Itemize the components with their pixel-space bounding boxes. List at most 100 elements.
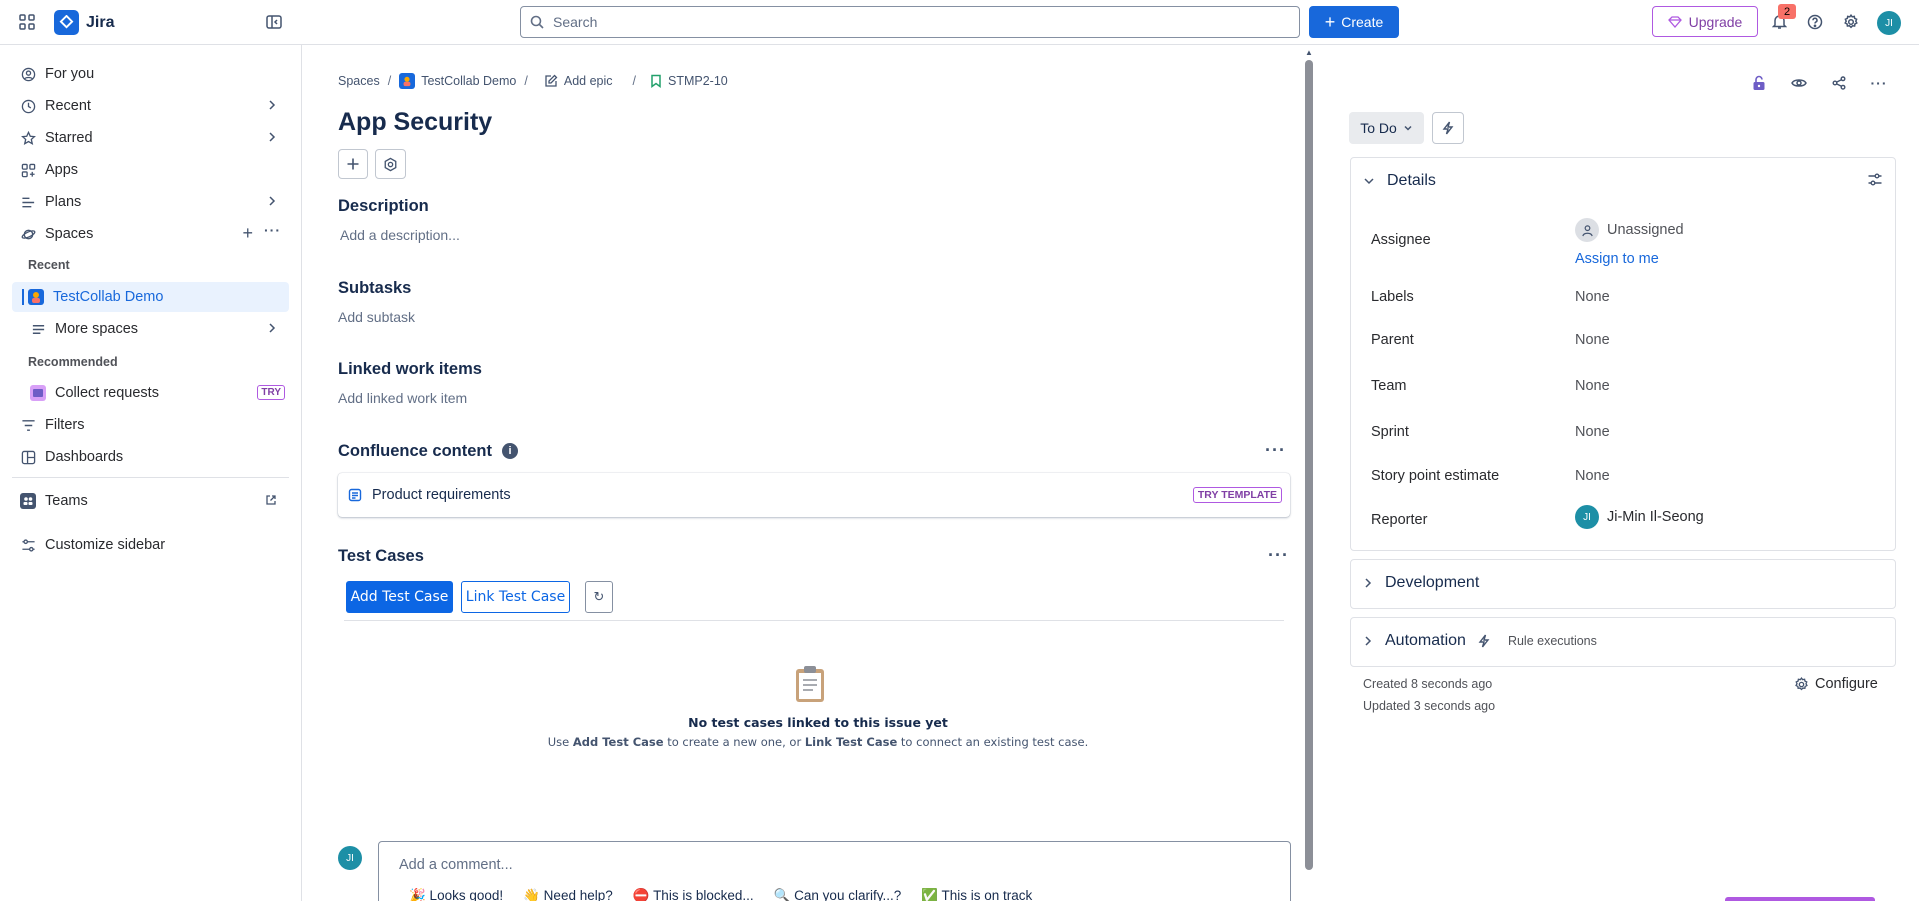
sidebar-item-dashboards[interactable]: Dashboards — [12, 442, 289, 472]
automation-title: Automation — [1385, 632, 1466, 649]
scroll-up-arrow-icon[interactable]: ▲ — [1305, 48, 1313, 57]
sidebar-item-label: For you — [45, 66, 95, 82]
labels-value[interactable]: None — [1575, 289, 1610, 305]
assignee-field[interactable]: Unassigned — [1575, 218, 1684, 242]
apps-grid-icon — [20, 162, 36, 178]
sprint-value[interactable]: None — [1575, 424, 1610, 440]
sidebar-item-spaces[interactable]: Spaces + ··· — [12, 219, 289, 249]
comment-editor[interactable]: Add a comment... 🎉 Looks good! 👋 Need he… — [378, 841, 1291, 901]
link-test-case-button[interactable]: Link Test Case — [461, 581, 570, 613]
breadcrumb-issue-key-label: STMP2-10 — [668, 74, 728, 88]
quick-reply-looks-good[interactable]: 🎉 Looks good! — [409, 888, 503, 901]
add-space-plus-icon[interactable]: + — [242, 223, 253, 244]
try-badge: TRY — [257, 385, 285, 400]
reporter-field[interactable]: JI Ji-Min Il-Seong — [1575, 505, 1704, 529]
linked-work-items-heading: Linked work items — [338, 360, 482, 378]
partial-button-edge — [1725, 897, 1875, 901]
edit-pencil-icon — [545, 74, 558, 87]
jira-logo[interactable]: Jira — [54, 10, 114, 35]
help-icon[interactable] — [1806, 13, 1824, 31]
customize-icon — [20, 537, 36, 553]
breadcrumb-add-epic[interactable]: Add epic — [544, 74, 613, 88]
sprint-label: Sprint — [1371, 424, 1409, 440]
share-icon[interactable] — [1823, 67, 1855, 99]
chevron-down-icon — [1404, 125, 1412, 131]
dashboard-icon — [20, 449, 36, 465]
add-content-button[interactable] — [338, 149, 368, 179]
configure-fields-icon[interactable] — [1867, 172, 1883, 191]
add-test-case-button[interactable]: Add Test Case — [346, 581, 453, 613]
sidebar-item-label: Customize sidebar — [45, 537, 166, 553]
reporter-value: Ji-Min Il-Seong — [1607, 509, 1704, 525]
development-panel[interactable]: Development — [1350, 559, 1896, 609]
breadcrumb-separator: / — [632, 74, 636, 88]
confluence-item-product-requirements[interactable]: Product requirements TRY TEMPLATE — [338, 473, 1290, 517]
sidebar-item-recent[interactable]: Recent — [12, 91, 289, 121]
test-cases-more-icon[interactable]: ··· — [1268, 545, 1289, 566]
sidebar-item-starred[interactable]: Starred — [12, 123, 289, 153]
created-timestamp: Created 8 seconds ago — [1363, 677, 1493, 691]
user-circle-icon — [20, 66, 36, 82]
quick-reply-need-help[interactable]: 👋 Need help? — [523, 888, 613, 901]
sidebar-item-customize[interactable]: Customize sidebar — [12, 530, 289, 560]
planet-icon — [20, 226, 36, 242]
description-editor[interactable]: Add a description... — [340, 227, 460, 243]
sidebar-item-teams[interactable]: Teams — [12, 486, 289, 516]
breadcrumb-project[interactable]: TestCollab Demo — [399, 73, 516, 89]
comment-user-avatar: JI — [338, 846, 362, 870]
sidebar-item-more-spaces[interactable]: More spaces — [12, 314, 289, 344]
refresh-test-cases-button[interactable]: ↻ — [585, 581, 613, 613]
sidebar-item-testcollab-demo[interactable]: TestCollab Demo — [12, 282, 289, 312]
info-icon[interactable]: i — [502, 443, 518, 459]
details-header[interactable]: Details — [1363, 172, 1436, 190]
sidebar-item-filters[interactable]: Filters — [12, 410, 289, 440]
teams-icon — [20, 493, 36, 509]
story-point-value[interactable]: None — [1575, 468, 1610, 484]
try-template-badge[interactable]: TRY TEMPLATE — [1192, 487, 1282, 503]
parent-value[interactable]: None — [1575, 332, 1610, 348]
spaces-more-icon[interactable]: ··· — [264, 222, 281, 238]
test-cases-heading: Test Cases — [338, 547, 424, 565]
create-button[interactable]: + Create — [1309, 6, 1399, 38]
app-name: Jira — [86, 13, 115, 31]
upgrade-button[interactable]: Upgrade — [1652, 6, 1758, 37]
search-input[interactable] — [553, 14, 1253, 30]
user-avatar[interactable]: JI — [1877, 11, 1901, 35]
add-linked-work-item-link[interactable]: Add linked work item — [338, 390, 467, 406]
breadcrumb-spaces[interactable]: Spaces — [338, 74, 380, 88]
search-field[interactable] — [520, 6, 1300, 38]
sidebar-item-apps[interactable]: Apps — [12, 155, 289, 185]
breadcrumb: Spaces / TestCollab Demo / Add epic / ST… — [338, 73, 728, 89]
sidebar-item-collect-requests[interactable]: Collect requests TRY — [12, 378, 289, 408]
main-scrollbar[interactable] — [1305, 60, 1313, 870]
more-actions-icon[interactable]: ··· — [1863, 67, 1895, 99]
collect-requests-icon — [30, 385, 46, 401]
settings-gear-icon[interactable] — [1842, 13, 1860, 31]
restrictions-unlock-icon[interactable] — [1743, 67, 1775, 99]
status-dropdown[interactable]: To Do — [1349, 112, 1424, 144]
collapse-sidebar-icon[interactable] — [265, 13, 283, 31]
plans-icon — [20, 194, 36, 210]
issue-title[interactable]: App Security — [338, 108, 492, 137]
sidebar-item-plans[interactable]: Plans — [12, 187, 289, 217]
breadcrumb-issue-key[interactable]: STMP2-10 — [650, 74, 728, 88]
sidebar-item-label: Plans — [45, 194, 82, 210]
confluence-more-icon[interactable]: ··· — [1265, 440, 1286, 461]
configure-button[interactable]: Configure — [1794, 676, 1878, 692]
assign-to-me-link[interactable]: Assign to me — [1575, 251, 1659, 267]
top-navigation-bar: Jira + Create Upgrade 2 JI — [0, 0, 1919, 45]
sidebar-item-for-you[interactable]: For you — [12, 59, 289, 89]
app-switcher-icon[interactable] — [18, 13, 36, 31]
apps-settings-button[interactable] — [375, 149, 406, 179]
add-subtask-link[interactable]: Add subtask — [338, 309, 415, 325]
watch-eye-icon[interactable] — [1783, 67, 1815, 99]
quick-reply-blocked[interactable]: ⛔ This is blocked... — [633, 888, 754, 901]
automation-panel[interactable]: Automation Rule executions — [1350, 617, 1896, 667]
team-value[interactable]: None — [1575, 378, 1610, 394]
diamond-icon — [1667, 15, 1682, 28]
rule-executions-link[interactable]: Rule executions — [1508, 634, 1597, 648]
quick-reply-on-track[interactable]: ✅ This is on track — [921, 888, 1032, 901]
quick-reply-clarify[interactable]: 🔍 Can you clarify...? — [774, 888, 902, 901]
automation-actions-button[interactable] — [1432, 112, 1464, 144]
automation-header: Automation Rule executions — [1363, 632, 1597, 650]
